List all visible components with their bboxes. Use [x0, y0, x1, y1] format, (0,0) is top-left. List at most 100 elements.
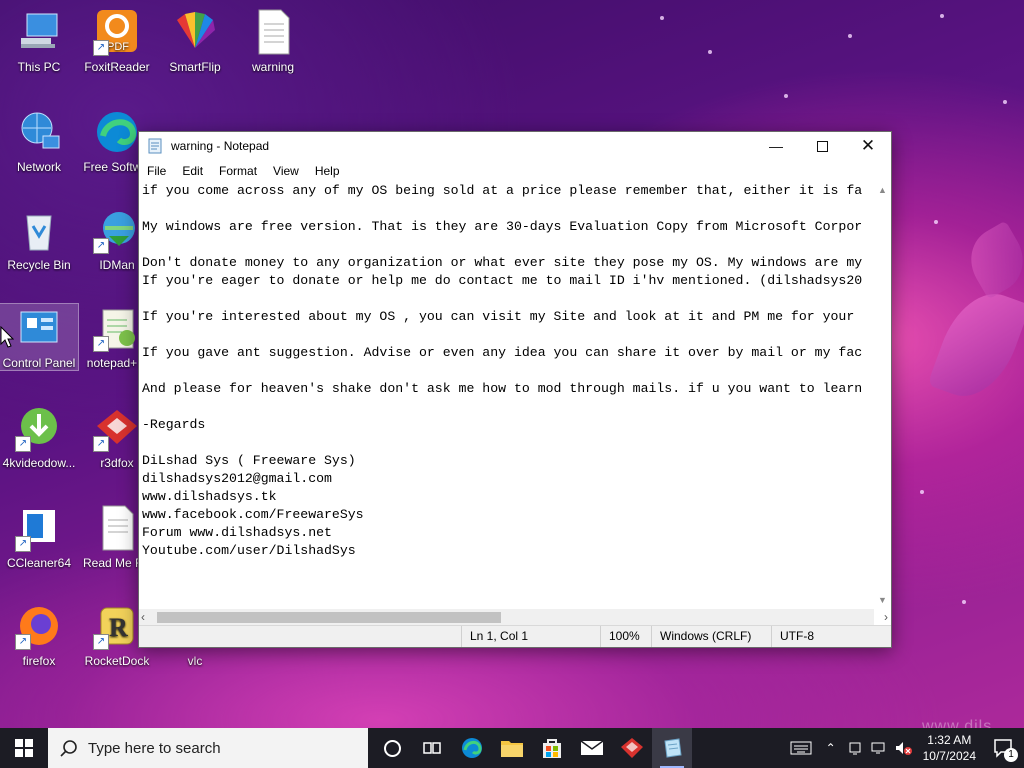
- scroll-left-icon[interactable]: ‹: [141, 609, 145, 626]
- clock-time: 1:32 AM: [927, 733, 972, 747]
- encoding: UTF-8: [771, 626, 891, 647]
- text-editor-area[interactable]: if you come across any of my OS being so…: [139, 182, 874, 609]
- r3dfox-icon: [621, 738, 643, 758]
- cortana-button[interactable]: [372, 728, 412, 768]
- taskbar-edge[interactable]: [452, 728, 492, 768]
- ccleaner-icon: ↗: [15, 504, 63, 552]
- horizontal-scroll-thumb[interactable]: [157, 612, 501, 623]
- clock-date: 10/7/2024: [922, 749, 976, 763]
- show-hidden-icons-button[interactable]: ⌃: [819, 728, 843, 768]
- desktop-icon-4kvideodownloader[interactable]: ↗ 4kvideodow...: [0, 404, 78, 470]
- title-bar[interactable]: warning - Notepad — ✕: [139, 132, 891, 160]
- menu-format[interactable]: Format: [211, 164, 265, 178]
- system-tray: ⌃ 1:32 AM 10/7/2024 1: [783, 728, 1024, 768]
- shortcut-arrow-icon: ↗: [93, 436, 109, 452]
- text-file-icon: [249, 8, 297, 56]
- search-placeholder: Type here to search: [88, 739, 221, 757]
- shortcut-arrow-icon: ↗: [15, 536, 31, 552]
- editor-text-line: Forum www.dilshadsys.net: [142, 525, 332, 540]
- cortana-circle-icon: [383, 739, 401, 757]
- tray-device-button[interactable]: [843, 728, 867, 768]
- editor-text-line: [142, 362, 874, 380]
- desktop-icon-recycle-bin[interactable]: Recycle Bin: [0, 206, 78, 272]
- desktop-icon-smartflip[interactable]: SmartFlip: [156, 8, 234, 74]
- volume-muted-icon: [895, 742, 912, 755]
- editor-text-line: DiLshad Sys ( Freeware Sys): [142, 453, 356, 468]
- maximize-icon: [816, 140, 828, 152]
- editor-text-line: [142, 398, 874, 416]
- editor-text-line: And please for heaven's shake don't ask …: [142, 381, 863, 396]
- desktop-icon-network[interactable]: Network: [0, 108, 78, 174]
- edge-icon: [93, 108, 141, 156]
- keyboard-icon: [790, 741, 812, 755]
- taskbar: Type here to search ⌃ 1:32 AM 10/7/2024 …: [0, 728, 1024, 768]
- editor-text-line: if you come across any of my OS being so…: [142, 183, 863, 198]
- network-status-button[interactable]: [867, 728, 891, 768]
- notepad-app-icon: [664, 738, 682, 758]
- minimize-button[interactable]: —: [753, 132, 799, 160]
- maximize-button[interactable]: [799, 132, 845, 160]
- desktop-icon-firefox[interactable]: ↗ firefox: [0, 602, 78, 668]
- chevron-up-icon: ⌃: [825, 741, 836, 755]
- menu-view[interactable]: View: [265, 164, 307, 178]
- menu-help[interactable]: Help: [307, 164, 348, 178]
- notepad-window[interactable]: warning - Notepad — ✕ File Edit Format V…: [138, 131, 892, 648]
- minimize-icon: —: [769, 138, 783, 154]
- horizontal-scrollbar[interactable]: ‹ ›: [139, 609, 888, 626]
- shortcut-arrow-icon: ↗: [93, 40, 109, 56]
- desktop-icon-ccleaner[interactable]: ↗ CCleaner64: [0, 504, 78, 570]
- desktop-icon-foxitreader[interactable]: PDF ↗ FoxitReader: [78, 8, 156, 74]
- scroll-right-icon[interactable]: ›: [884, 609, 888, 626]
- notification-badge: 1: [1004, 748, 1018, 762]
- scroll-up-icon[interactable]: ▲: [874, 182, 891, 199]
- shortcut-arrow-icon: ↗: [15, 634, 31, 650]
- editor-text-line: [142, 290, 874, 308]
- scroll-down-icon[interactable]: ▼: [874, 592, 891, 609]
- editor-text-line: www.dilshadsys.tk: [142, 489, 277, 504]
- menu-edit[interactable]: Edit: [174, 164, 211, 178]
- mail-icon: [580, 740, 604, 755]
- notification-center-button[interactable]: 1: [984, 728, 1024, 768]
- task-view-button[interactable]: [412, 728, 452, 768]
- vertical-scrollbar[interactable]: ▲ ▼: [874, 182, 891, 609]
- edge-icon: [462, 738, 482, 758]
- notepad-app-icon: [148, 138, 162, 154]
- desktop-icon-this-pc[interactable]: This PC: [0, 8, 78, 74]
- editor-text-line: [142, 326, 874, 344]
- task-view-icon: [423, 742, 441, 754]
- r3dfox-icon: ↗: [93, 404, 141, 452]
- taskbar-mail[interactable]: [572, 728, 612, 768]
- window-title: warning - Notepad: [171, 139, 270, 153]
- menu-file[interactable]: File: [139, 164, 174, 178]
- network-icon: [871, 742, 885, 754]
- download-icon: ↗: [15, 404, 63, 452]
- windows-logo-icon: [15, 739, 33, 757]
- taskbar-file-explorer[interactable]: [492, 728, 532, 768]
- idm-globe-icon: ↗: [93, 206, 141, 254]
- desktop-icon-warning[interactable]: warning: [234, 8, 312, 74]
- foxit-icon: PDF ↗: [93, 8, 141, 56]
- editor-text-line: [142, 200, 874, 218]
- shortcut-arrow-icon: ↗: [93, 238, 109, 254]
- volume-button[interactable]: [891, 728, 915, 768]
- editor-text-line: [142, 236, 874, 254]
- text-file-icon: [93, 504, 141, 552]
- taskbar-search-box[interactable]: Type here to search: [48, 728, 368, 768]
- touch-keyboard-button[interactable]: [783, 728, 819, 768]
- editor-text-line: www.facebook.com/FreewareSys: [142, 507, 364, 522]
- start-button[interactable]: [0, 728, 48, 768]
- taskbar-notepad[interactable]: [652, 728, 692, 768]
- clock[interactable]: 1:32 AM 10/7/2024: [915, 732, 984, 764]
- close-button[interactable]: ✕: [845, 132, 891, 160]
- svg-text:R: R: [109, 613, 128, 642]
- search-icon: [60, 740, 77, 757]
- store-bag-icon: [543, 739, 561, 758]
- taskbar-store[interactable]: [532, 728, 572, 768]
- shortcut-arrow-icon: ↗: [93, 634, 109, 650]
- computer-icon: [15, 8, 63, 56]
- editor-text-line: Don't donate money to any organization o…: [142, 255, 863, 270]
- taskbar-r3dfox[interactable]: [612, 728, 652, 768]
- notepad-plus-icon: ↗: [93, 304, 141, 352]
- line-ending: Windows (CRLF): [651, 626, 771, 647]
- editor-text-line: If you're eager to donate or help me do …: [142, 273, 863, 288]
